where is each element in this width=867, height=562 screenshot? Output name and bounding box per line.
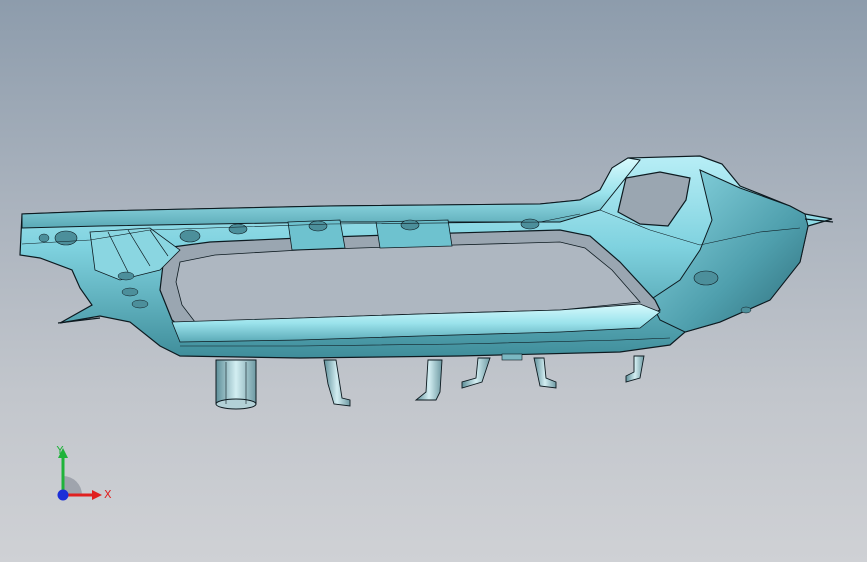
graphics-viewport[interactable]: Y X	[0, 0, 867, 562]
reference-triad: Y X	[56, 444, 112, 501]
boss-hole-2	[400, 219, 420, 231]
clip-bracket-2	[414, 359, 443, 401]
x-axis-label: X	[104, 488, 112, 501]
mount-hole-1	[228, 223, 248, 235]
clip-bracket-4	[533, 357, 557, 389]
mount-hole-2	[520, 218, 540, 230]
z-axis-dot-icon	[57, 489, 69, 501]
y-axis-label: Y	[56, 444, 64, 457]
x-axis-arrow-icon	[92, 490, 102, 500]
clip-bracket-1	[323, 359, 351, 407]
end-hole	[693, 270, 719, 286]
clip-bracket-5	[625, 355, 645, 383]
bumper-part-model[interactable]	[0, 0, 867, 562]
clip-bracket-3	[461, 357, 491, 389]
mount-hole-3	[54, 230, 78, 246]
boss-hole-1	[308, 220, 328, 232]
mount-hole-4	[179, 229, 201, 243]
top-rail	[21, 157, 641, 229]
mount-cylinder	[215, 359, 257, 410]
